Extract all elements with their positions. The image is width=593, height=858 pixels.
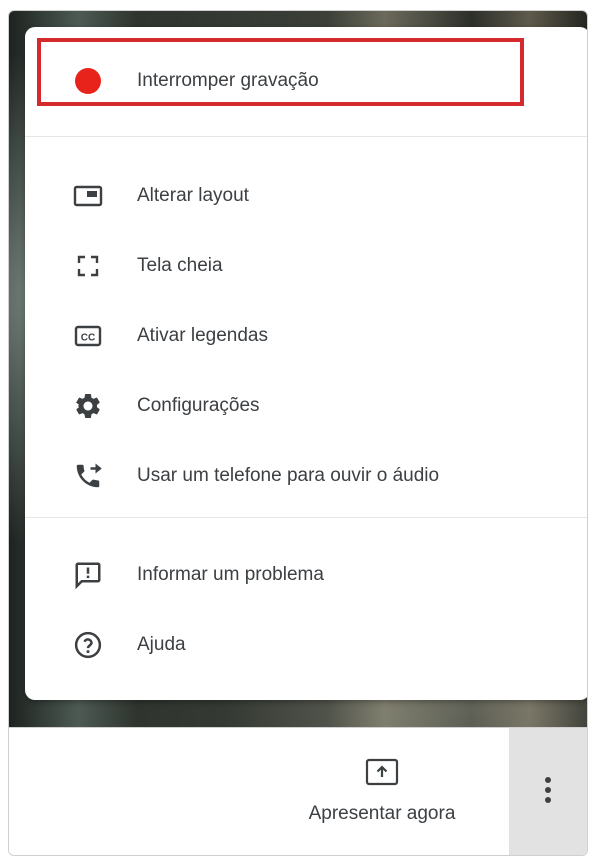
captions-icon: CC: [71, 319, 105, 353]
phone-forward-icon: [71, 459, 105, 493]
menu-divider: [25, 136, 587, 137]
more-vert-icon: [544, 776, 552, 809]
meeting-window: Interromper gravação Alterar layout Tela…: [8, 10, 588, 856]
present-now-button[interactable]: Apresentar agora: [277, 758, 487, 825]
menu-divider: [25, 517, 587, 518]
options-menu: Interromper gravação Alterar layout Tela…: [25, 27, 587, 700]
report-problem-icon: [71, 558, 105, 592]
menu-item-help[interactable]: Ajuda: [25, 615, 587, 675]
menu-item-label: Usar um telefone para ouvir o áudio: [137, 465, 440, 486]
gear-icon: [71, 389, 105, 423]
menu-item-label: Informar um problema: [137, 564, 324, 585]
menu-item-label: Tela cheia: [137, 255, 223, 276]
menu-item-label: Configurações: [137, 395, 260, 416]
menu-item-phone-audio[interactable]: Usar um telefone para ouvir o áudio: [25, 446, 587, 506]
svg-text:CC: CC: [81, 333, 95, 344]
present-icon: [365, 758, 399, 786]
bottom-bar: Apresentar agora: [9, 727, 587, 855]
fullscreen-icon: [71, 249, 105, 283]
help-icon: [71, 628, 105, 662]
highlight-box: [37, 38, 524, 106]
menu-item-label: Ajuda: [137, 634, 186, 655]
menu-item-settings[interactable]: Configurações: [25, 376, 587, 436]
present-now-label: Apresentar agora: [308, 803, 456, 824]
menu-item-captions[interactable]: CC Ativar legendas: [25, 306, 587, 366]
menu-item-fullscreen[interactable]: Tela cheia: [25, 236, 587, 296]
menu-item-label: Ativar legendas: [137, 325, 268, 346]
menu-item-report-problem[interactable]: Informar um problema: [25, 545, 587, 605]
more-options-button[interactable]: [509, 728, 587, 855]
menu-item-label: Alterar layout: [137, 185, 249, 206]
layout-icon: [71, 179, 105, 213]
menu-item-change-layout[interactable]: Alterar layout: [25, 166, 587, 226]
